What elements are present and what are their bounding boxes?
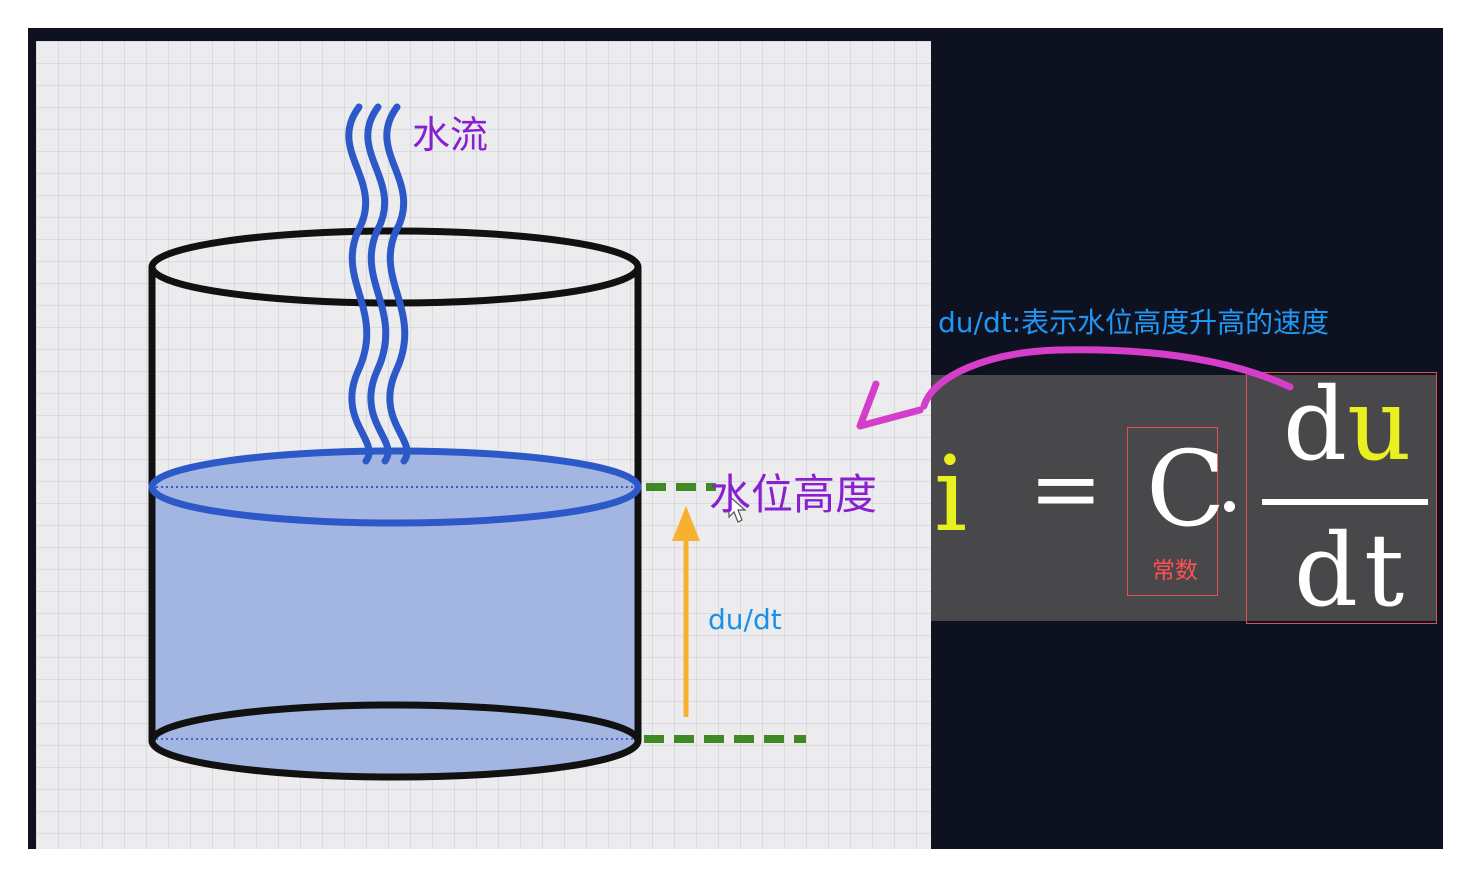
screenshot-frame: 水流 水位高度 du/dt du/dt:表示水位高度升高的速度 i = C 常数… [28,28,1443,849]
pointer-arrow [856,346,1294,430]
